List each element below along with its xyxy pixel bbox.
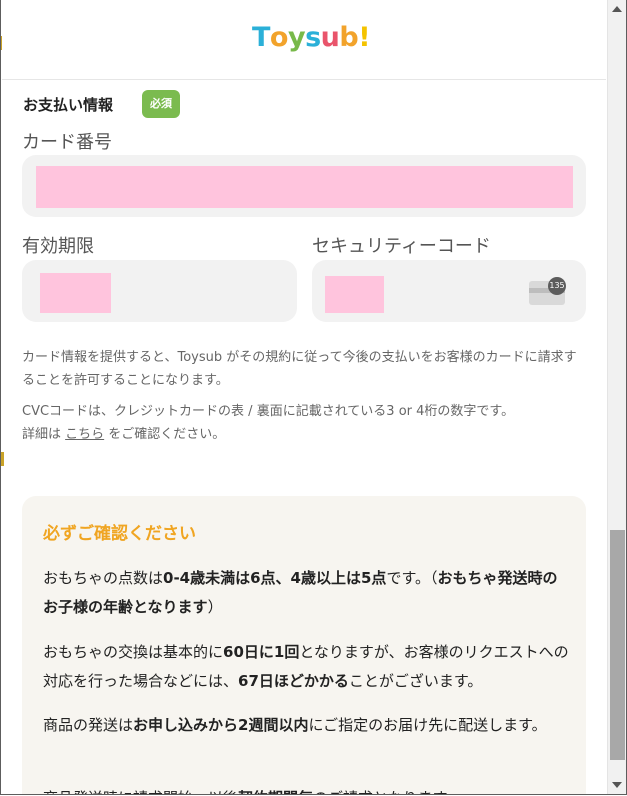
logo-letter: u (320, 22, 340, 53)
paragraph-text: 商品発送時に請求開始。以後 (43, 789, 238, 794)
expiry-label: 有効期限 (22, 236, 94, 257)
emphasis-text: 67日ほどかかる (238, 672, 349, 690)
expiry-input[interactable] (22, 260, 297, 322)
logo-letter: y (287, 22, 306, 53)
cvc-detail-line: 詳細は こちら をご確認ください。 (22, 423, 588, 446)
detail-prefix: 詳細は (22, 427, 66, 442)
emphasis-text: 0-4歳未満は6点、4歳以上は5点 (163, 569, 387, 587)
paragraph-text: にご指定のお届け先に配送します。 (308, 716, 547, 734)
paragraph-text: ） (207, 598, 223, 616)
detail-link[interactable]: こちら (65, 427, 104, 442)
confirm-paragraph: 商品発送時に請求開始。以後契約期間毎のご請求となります。 (43, 784, 571, 794)
paragraph-text: 商品の発送は (43, 716, 134, 734)
emphasis-text: 60日に1回 (223, 643, 300, 661)
logo-letter: ! (358, 22, 371, 53)
vertical-scrollbar[interactable] (607, 0, 626, 794)
confirm-title: 必ずご確認ください (43, 524, 196, 544)
card-number-label: カード番号 (22, 132, 112, 153)
paragraph-text: おもちゃの交換は基本的に (43, 643, 224, 661)
scroll-down-arrow-icon[interactable] (612, 782, 622, 788)
scroll-up-arrow-icon[interactable] (612, 6, 622, 12)
emphasis-text: 契約期間毎 (238, 789, 313, 794)
confirm-paragraph: おもちゃの点数は0-4歳未満は6点、4歳以上は5点です。（おもちゃ発送時のお子様… (43, 564, 571, 622)
toysub-logo[interactable]: Toysub! (252, 22, 371, 53)
card-number-input[interactable] (22, 155, 586, 217)
expiry-redaction (40, 273, 111, 313)
logo-letter: b (339, 22, 359, 53)
paragraph-text: ことがございます。 (348, 672, 483, 690)
confirm-paragraph: 商品の発送はお申し込みから2週間以内にご指定のお届け先に配送します。 (43, 711, 571, 740)
edge-marker (1, 452, 4, 466)
site-header: Toysub! (2, 0, 606, 80)
paragraph-text: おもちゃの点数は (43, 569, 164, 587)
cvc-note: CVCコードは、クレジットカードの表 / 裏面に記載されている3 or 4桁の数… (22, 400, 588, 446)
payment-section-title: お支払い情報 (23, 96, 114, 114)
card-number-redaction (36, 166, 573, 208)
scrollbar-thumb[interactable] (610, 530, 625, 760)
paragraph-text: です。（ (386, 569, 438, 587)
confirm-paragraph: おもちゃの交換は基本的に60日に1回となりますが、お客様のリクエストへの対応を行… (43, 638, 571, 696)
authorization-note: カード情報を提供すると、Toysub がその規約に従って今後の支払いをお客様のカ… (22, 350, 577, 388)
detail-suffix: をご確認ください。 (104, 427, 226, 442)
logo-letter: T (252, 22, 270, 53)
logo-letter: o (269, 22, 289, 53)
cvc-card-icon: 135 (529, 277, 566, 305)
browser-frame: Toysub! お支払い情報 必須 カード番号 有効期限 セキュリティーコード … (0, 0, 627, 795)
logo-letter: s (305, 22, 321, 53)
cvc-note-line: CVCコードは、クレジットカードの表 / 裏面に記載されている3 or 4桁の数… (22, 404, 515, 419)
emphasis-text: お申し込みから2週間以内 (133, 716, 309, 734)
paragraph-text: のご請求となります。 (313, 789, 461, 794)
security-code-label: セキュリティーコード (312, 236, 491, 257)
security-code-redaction (325, 276, 384, 313)
required-badge: 必須 (142, 90, 180, 118)
